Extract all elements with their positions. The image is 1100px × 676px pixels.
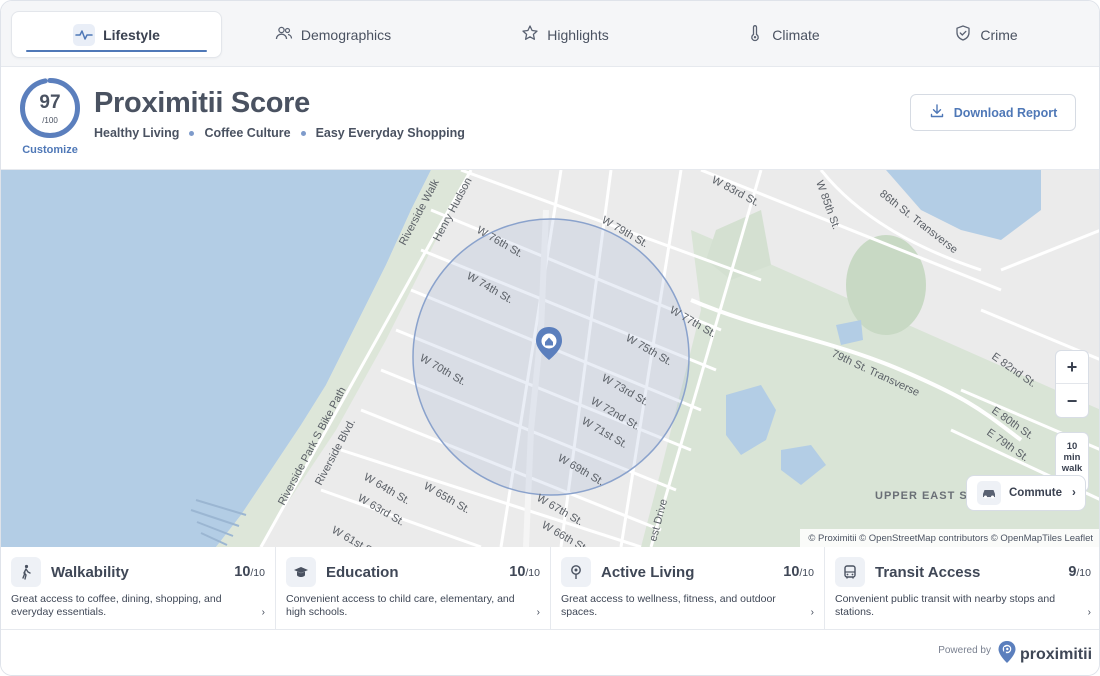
card-title: Transit Access bbox=[875, 564, 981, 581]
category-cards: Walkability 10/10 Great access to coffee… bbox=[1, 547, 1099, 630]
brand-logo[interactable]: proximitii bbox=[997, 640, 1092, 669]
location-pin-icon bbox=[561, 557, 591, 587]
card-score: 10/10 bbox=[783, 564, 814, 580]
commute-button[interactable]: Commute › bbox=[966, 475, 1086, 511]
score-widget: Lifestyle Demographics Highlights Climat… bbox=[0, 0, 1100, 676]
zoom-out-button[interactable]: − bbox=[1056, 385, 1088, 418]
zoom-in-button[interactable]: + bbox=[1056, 351, 1088, 384]
footer: Powered by proximitii bbox=[1, 630, 1099, 675]
tag-everyday-shopping: Easy Everyday Shopping bbox=[315, 126, 465, 140]
score-header: 97 /100 Customize Proximitii Score Healt… bbox=[1, 67, 1099, 170]
customize-link[interactable]: Customize bbox=[15, 144, 85, 156]
download-report-button[interactable]: Download Report bbox=[910, 94, 1076, 131]
score-value: 97 bbox=[39, 92, 61, 113]
download-label: Download Report bbox=[953, 105, 1058, 120]
powered-by-label: Powered by bbox=[938, 645, 991, 656]
map-attribution[interactable]: © Proximitii © OpenStreetMap contributor… bbox=[800, 529, 1099, 547]
map-canvas: W 83rd St. W 85th St. 86th St. Transvers… bbox=[1, 170, 1099, 547]
walk-min-label: min bbox=[1063, 452, 1081, 463]
commute-label: Commute bbox=[1009, 487, 1063, 499]
chevron-right-icon: › bbox=[536, 607, 540, 618]
brand-name: proximitii bbox=[1020, 645, 1093, 663]
zoom-control: + − bbox=[1055, 350, 1089, 418]
card-title: Active Living bbox=[601, 564, 695, 581]
card-description: Convenient access to child care, element… bbox=[286, 593, 515, 618]
tab-label: Highlights bbox=[547, 26, 609, 43]
graduation-cap-icon bbox=[286, 557, 316, 587]
chevron-right-icon: › bbox=[1087, 607, 1091, 618]
walk-mode-label: walk bbox=[1061, 463, 1083, 474]
tab-demographics[interactable]: Demographics bbox=[233, 11, 433, 58]
tab-bar: Lifestyle Demographics Highlights Climat… bbox=[1, 1, 1099, 67]
tab-label: Demographics bbox=[300, 26, 392, 43]
page-title: Proximitii Score bbox=[94, 87, 310, 119]
card-score: 9/10 bbox=[1068, 564, 1091, 580]
score-denominator: /100 bbox=[42, 116, 58, 125]
chevron-right-icon: › bbox=[261, 607, 265, 618]
tag-healthy-living: Healthy Living bbox=[94, 126, 180, 140]
card-title: Walkability bbox=[51, 564, 129, 581]
bus-icon bbox=[835, 557, 865, 587]
score-tags: Healthy Living Coffee Culture Easy Every… bbox=[94, 126, 465, 140]
card-active-living[interactable]: Active Living 10/10 Great access to well… bbox=[551, 547, 825, 630]
tag-coffee-culture: Coffee Culture bbox=[204, 126, 291, 140]
tab-label: Crime bbox=[980, 26, 1018, 43]
card-score: 10/10 bbox=[234, 564, 265, 580]
thermometer-icon bbox=[746, 24, 764, 45]
car-icon bbox=[977, 481, 1001, 505]
card-walkability[interactable]: Walkability 10/10 Great access to coffee… bbox=[1, 547, 276, 630]
people-icon bbox=[275, 24, 293, 45]
card-title: Education bbox=[326, 564, 399, 581]
card-education[interactable]: Education 10/10 Convenient access to chi… bbox=[276, 547, 551, 630]
download-icon bbox=[929, 103, 945, 122]
shield-icon bbox=[954, 24, 972, 45]
district-label: UPPER EAST S bbox=[875, 490, 968, 502]
card-description: Great access to wellness, fitness, and o… bbox=[561, 593, 776, 618]
chevron-right-icon: › bbox=[1072, 487, 1076, 499]
tab-label: Climate bbox=[772, 26, 820, 43]
map-view[interactable]: W 83rd St. W 85th St. 86th St. Transvers… bbox=[1, 170, 1099, 547]
walking-person-icon bbox=[11, 557, 41, 587]
tab-highlights[interactable]: Highlights bbox=[451, 11, 679, 58]
card-description: Great access to coffee, dining, shopping… bbox=[11, 593, 222, 618]
card-score: 10/10 bbox=[509, 564, 540, 580]
park-meadow bbox=[846, 235, 926, 335]
star-icon bbox=[521, 24, 539, 45]
tag-separator bbox=[189, 130, 195, 136]
tag-separator bbox=[300, 130, 306, 136]
tab-crime[interactable]: Crime bbox=[891, 11, 1081, 58]
card-transit-access[interactable]: Transit Access 9/10 Convenient public tr… bbox=[825, 547, 1099, 630]
pulse-icon bbox=[73, 23, 96, 46]
tab-climate[interactable]: Climate bbox=[683, 11, 883, 58]
card-description: Convenient public transit with nearby st… bbox=[835, 593, 1056, 618]
tab-label: Lifestyle bbox=[103, 26, 160, 43]
walk-minutes: 10 bbox=[1066, 441, 1078, 452]
proximitii-logo-icon bbox=[997, 640, 1017, 669]
tab-lifestyle[interactable]: Lifestyle bbox=[11, 11, 222, 58]
chevron-right-icon: › bbox=[810, 607, 814, 618]
